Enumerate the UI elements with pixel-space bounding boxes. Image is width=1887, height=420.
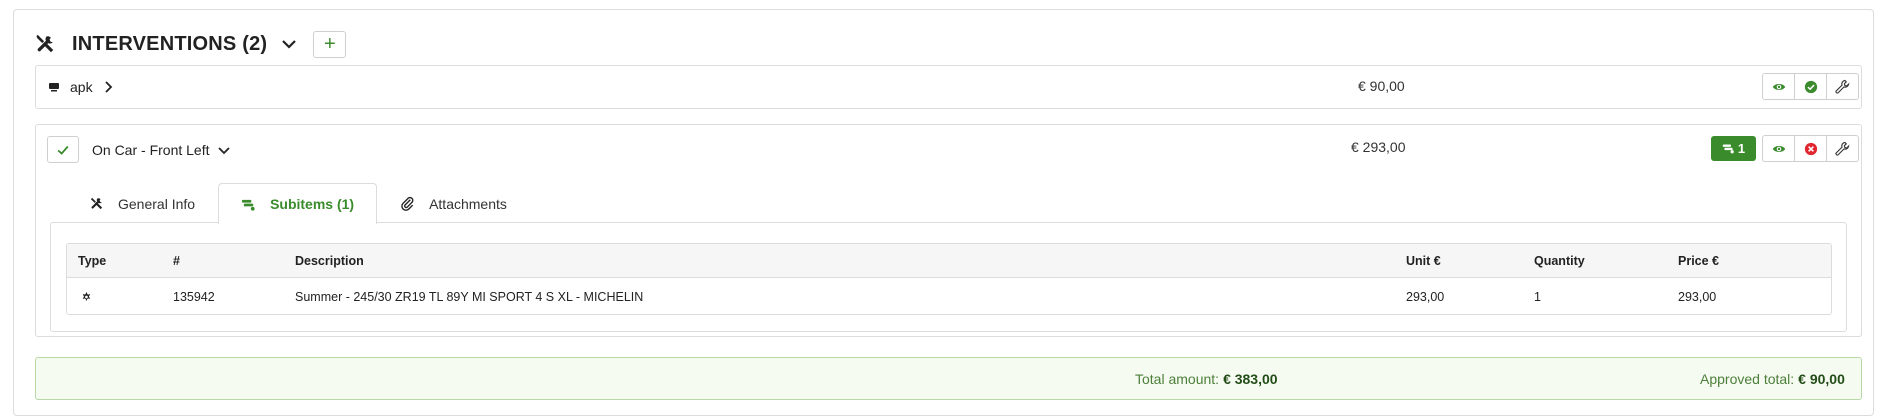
tab-subitems[interactable]: Subitems (1)	[218, 183, 378, 224]
intervention-actions	[1762, 135, 1859, 162]
chevron-down-icon[interactable]	[217, 143, 231, 157]
service-button[interactable]	[1826, 73, 1859, 100]
view-button[interactable]	[1762, 135, 1795, 162]
subitems-count-badge[interactable]: 1	[1711, 136, 1756, 161]
service-button[interactable]	[1826, 135, 1859, 162]
column-header: Description	[295, 253, 364, 268]
interventions-panel: INTERVENTIONS (2) + apk € 90,00 On Car -…	[13, 9, 1874, 416]
reject-button[interactable]	[1794, 135, 1827, 162]
section-title: INTERVENTIONS (2)	[72, 32, 268, 55]
total-amount: Total amount: € 383,00	[1135, 358, 1278, 399]
intervention-row-front-left: On Car - Front Left € 293,00 1 General I…	[35, 124, 1862, 337]
chevron-down-icon[interactable]	[279, 34, 299, 54]
tab-label: General Info	[118, 195, 196, 212]
add-intervention-button[interactable]: +	[313, 30, 347, 58]
tab-label: Subitems (1)	[270, 196, 355, 212]
intervention-row-apk: apk € 90,00	[35, 65, 1862, 109]
tools-icon	[34, 33, 56, 55]
item-description: Summer - 245/30 ZR19 TL 89Y MI SPORT 4 S…	[295, 289, 644, 304]
intervention-price: € 90,00	[1358, 78, 1405, 94]
column-header: Unit €	[1406, 253, 1441, 268]
approve-button[interactable]	[1794, 73, 1827, 100]
paperclip-icon	[400, 196, 415, 211]
column-header: Type	[78, 253, 107, 268]
subitems-tab-panel: Type # Description Unit € Quantity Price…	[50, 222, 1847, 332]
intervention-label[interactable]: apk	[48, 66, 115, 108]
intervention-name: apk	[70, 79, 93, 95]
subitems-table: Type # Description Unit € Quantity Price…	[66, 243, 1832, 315]
item-quantity: 1	[1534, 289, 1541, 304]
table-header: Type # Description Unit € Quantity Price…	[67, 244, 1831, 278]
table-row[interactable]: 135942 Summer - 245/30 ZR19 TL 89Y MI SP…	[67, 278, 1831, 314]
intervention-tabs: General Info Subitems (1) Attachments	[66, 183, 530, 224]
item-number: 135942	[173, 289, 215, 304]
tire-rack-icon	[1722, 144, 1734, 154]
wrench-icon	[1835, 141, 1850, 156]
intervention-name: On Car - Front Left	[92, 141, 210, 158]
tab-general-info[interactable]: General Info	[66, 183, 218, 223]
eye-icon	[1772, 145, 1785, 152]
approved-total-value: € 90,00	[1798, 370, 1845, 387]
wrench-icon	[1835, 79, 1850, 94]
check-circle-icon	[1804, 80, 1817, 93]
tire-rack-icon	[241, 197, 256, 212]
total-amount-label: Total amount:	[1135, 370, 1220, 387]
item-price: 293,00	[1678, 289, 1717, 304]
chevron-right-icon[interactable]	[101, 80, 115, 94]
column-header: Quantity	[1534, 253, 1585, 268]
tab-label: Attachments	[429, 195, 507, 212]
total-amount-value: € 383,00	[1223, 370, 1278, 387]
approved-total-label: Approved total:	[1700, 370, 1795, 387]
column-header: #	[173, 253, 180, 268]
totals-bar: Total amount: € 383,00 Approved total: €…	[35, 357, 1862, 400]
check-icon	[57, 145, 69, 155]
device-icon	[48, 81, 60, 93]
tab-attachments[interactable]: Attachments	[377, 183, 530, 223]
intervention-actions	[1762, 73, 1859, 100]
intervention-label[interactable]: On Car - Front Left	[92, 136, 231, 163]
tools-icon	[89, 196, 104, 211]
interventions-header: INTERVENTIONS (2) +	[34, 24, 347, 64]
x-circle-icon	[1804, 142, 1817, 155]
approved-total: Approved total: € 90,00	[1700, 358, 1845, 399]
column-header: Price €	[1678, 253, 1720, 268]
gear-icon	[80, 278, 92, 314]
subitems-count: 1	[1737, 141, 1746, 156]
select-checkbox-button[interactable]	[47, 136, 79, 163]
eye-icon	[1772, 83, 1785, 90]
view-button[interactable]	[1762, 73, 1795, 100]
item-unit-price: 293,00	[1406, 289, 1445, 304]
intervention-price: € 293,00	[1351, 139, 1406, 155]
